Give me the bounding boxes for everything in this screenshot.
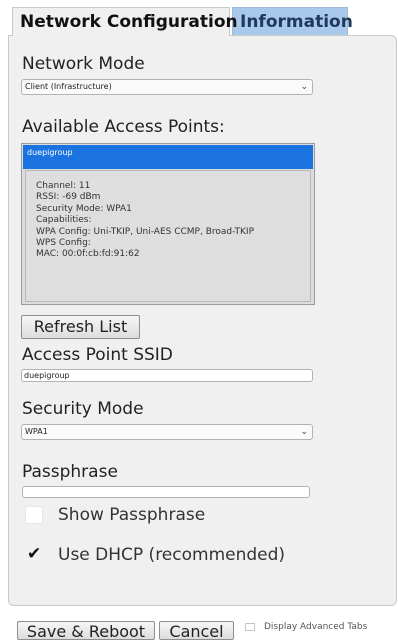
ap-capabilities: Capabilities:: [36, 215, 92, 226]
ap-security-mode: Security Mode: WPA1: [36, 203, 132, 214]
show-passphrase-label: Show Passphrase: [58, 505, 206, 525]
refresh-list-button[interactable]: Refresh List: [21, 315, 140, 339]
network-settings-page: Network Configuration Information Networ…: [0, 0, 398, 640]
cancel-button[interactable]: Cancel: [159, 621, 234, 640]
tab-network-configuration[interactable]: Network Configuration: [12, 7, 238, 36]
access-point-ssid-label: Access Point SSID: [22, 345, 173, 365]
ap-wpa-config: WPA Config: Uni-TKIP, Uni-AES CCMP, Broa…: [36, 226, 255, 237]
access-point-ssid-input[interactable]: duepigroup: [21, 369, 313, 382]
display-advanced-tabs-label: Display Advanced Tabs: [264, 622, 368, 632]
access-point-list[interactable]: duepigroup Channel: 11 RSSI: -69 dBm Sec…: [21, 143, 315, 305]
ap-channel: Channel: 11: [36, 181, 91, 191]
passphrase-input[interactable]: [22, 486, 310, 498]
network-mode-label: Network Mode: [22, 54, 145, 74]
security-mode-value: WPA1: [25, 427, 48, 436]
chevron-down-icon: ⌄: [300, 427, 308, 437]
use-dhcp-checkbox[interactable]: ✔: [25, 545, 43, 563]
show-passphrase-checkbox[interactable]: [25, 506, 43, 524]
network-mode-select[interactable]: Client (Infrastructure) ⌄: [21, 79, 313, 95]
security-mode-select[interactable]: WPA1 ⌄: [21, 424, 313, 440]
ap-rssi: RSSI: -69 dBm: [36, 192, 101, 203]
checkmark-icon: ✔: [27, 544, 42, 564]
network-mode-value: Client (Infrastructure): [25, 82, 112, 91]
passphrase-label: Passphrase: [22, 462, 118, 482]
tab-information[interactable]: Information: [232, 7, 353, 36]
ap-mac: MAC: 00:0f:cb:fd:91:62: [36, 249, 140, 260]
access-point-details: Channel: 11 RSSI: -69 dBm Security Mode:…: [25, 170, 311, 302]
use-dhcp-label: Use DHCP (recommended): [58, 545, 286, 565]
display-advanced-tabs-checkbox[interactable]: [245, 623, 255, 631]
available-access-points-label: Available Access Points:: [22, 117, 225, 137]
ap-wps-config: WPS Config:: [36, 238, 91, 249]
save-reboot-button[interactable]: Save & Reboot: [17, 621, 155, 640]
chevron-down-icon: ⌄: [300, 82, 308, 92]
access-point-item-selected[interactable]: duepigroup: [23, 145, 313, 169]
security-mode-label: Security Mode: [22, 399, 144, 419]
